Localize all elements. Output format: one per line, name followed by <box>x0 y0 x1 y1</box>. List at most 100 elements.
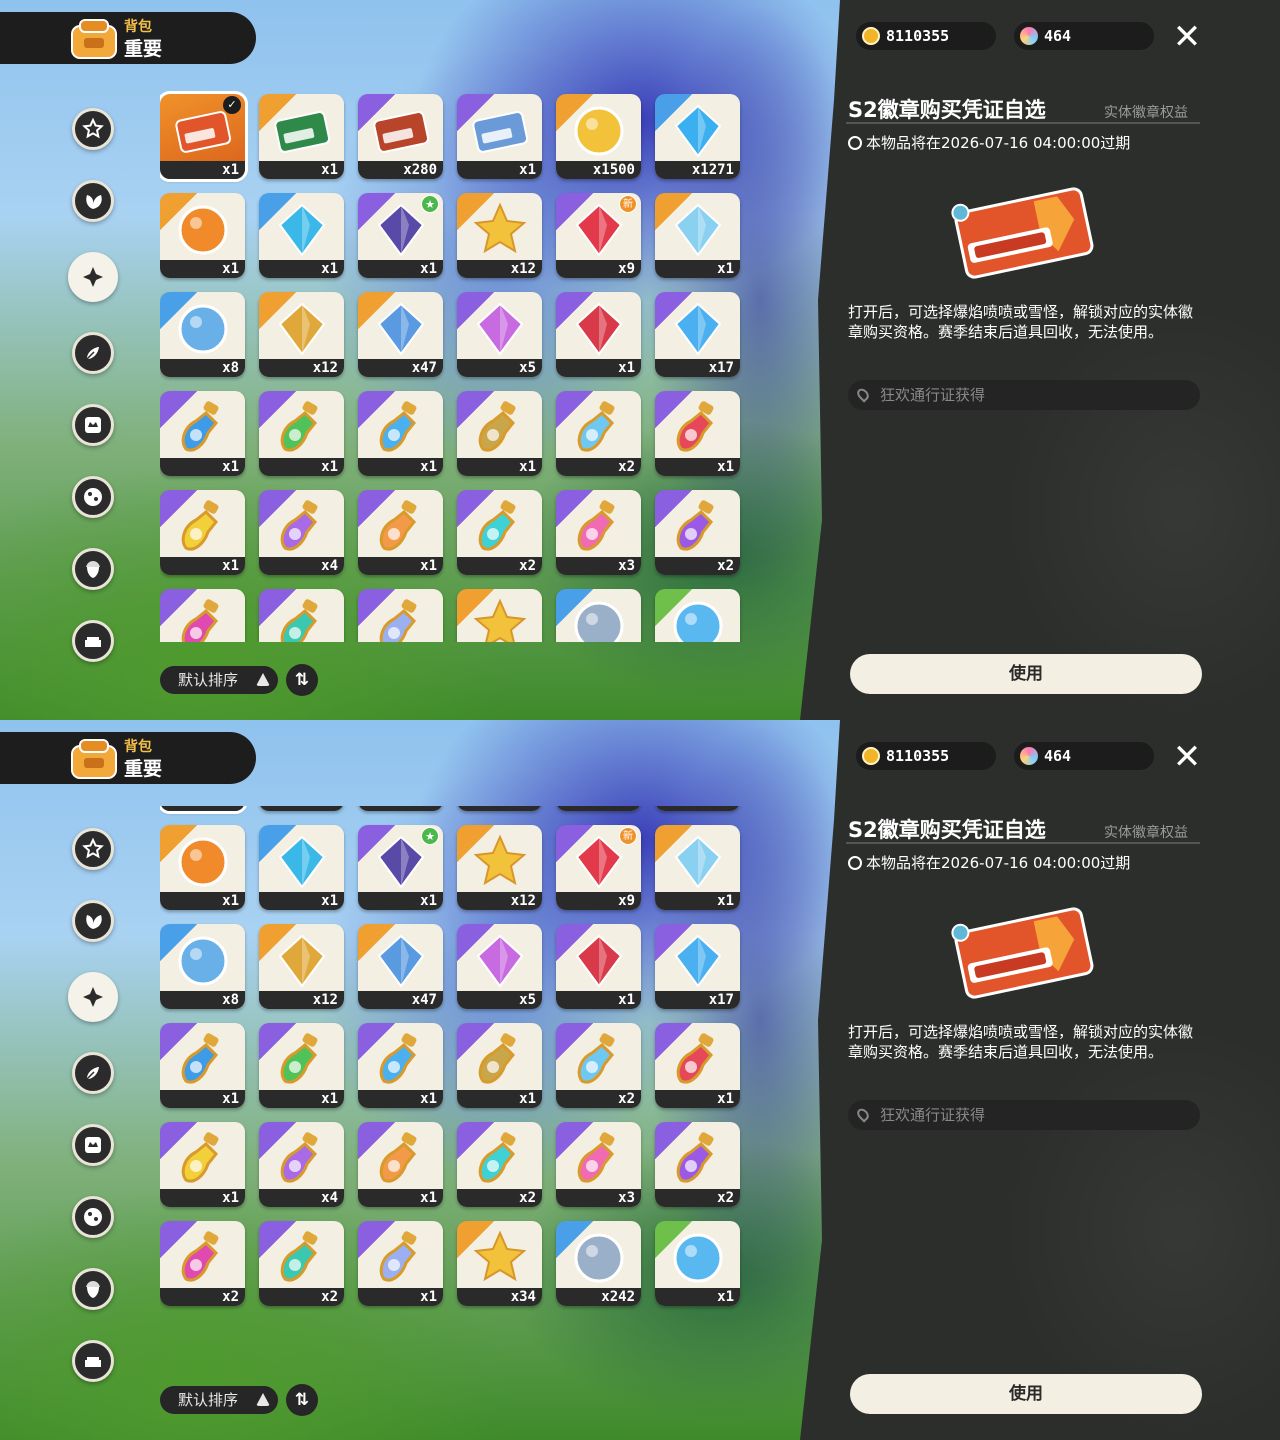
category-tab-crown-card[interactable] <box>72 404 114 446</box>
category-tab-sparkle-star[interactable] <box>68 972 118 1022</box>
category-tab-leaf-pair[interactable] <box>72 1052 114 1094</box>
item-slot[interactable]: x1 <box>457 806 542 811</box>
item-slot[interactable]: x1 <box>655 825 740 910</box>
close-button[interactable]: ✕ <box>1168 18 1206 56</box>
item-slot[interactable]: x1 <box>358 490 443 575</box>
item-slot[interactable]: x2 <box>556 1023 641 1108</box>
item-slot[interactable]: x1 <box>556 924 641 1009</box>
item-slot[interactable]: 新 x9 <box>556 825 641 910</box>
category-tab-star-badge[interactable] <box>72 828 114 870</box>
item-slot[interactable]: x1271 <box>655 94 740 179</box>
item-slot[interactable]: x1 <box>358 1122 443 1207</box>
category-tab-star-badge[interactable] <box>72 108 114 150</box>
item-slot[interactable]: x1 <box>160 825 245 910</box>
item-slot[interactable]: x3 <box>556 1122 641 1207</box>
item-slot[interactable]: x1 <box>655 1023 740 1108</box>
item-slot[interactable]: x1 <box>259 94 344 179</box>
item-slot[interactable]: x242 <box>556 1221 641 1306</box>
item-slot[interactable]: x17 <box>655 292 740 377</box>
item-slot[interactable]: x2 <box>160 1221 245 1306</box>
item-slot[interactable]: x2 <box>655 1122 740 1207</box>
item-slot[interactable]: x1500 <box>556 806 641 811</box>
item-slot[interactable]: x8 <box>160 292 245 377</box>
item-slot[interactable]: x2 <box>259 1221 344 1306</box>
use-button[interactable]: 使用 <box>850 654 1202 694</box>
category-tab-sofa[interactable] <box>72 620 114 662</box>
item-slot[interactable]: x1 <box>259 391 344 476</box>
item-slot[interactable]: 新 x9 <box>556 193 641 278</box>
item-slot[interactable]: ✓x1 <box>160 806 248 814</box>
item-slot[interactable]: x5 <box>457 292 542 377</box>
item-slot[interactable]: x1 <box>457 94 542 179</box>
item-slot[interactable]: x12 <box>457 193 542 278</box>
sort-order-toggle[interactable]: ⇅ <box>286 664 318 696</box>
category-tab-dots-ball[interactable] <box>72 1196 114 1238</box>
item-slot[interactable]: ★ x1 <box>358 193 443 278</box>
item-slot[interactable]: x1 <box>457 1023 542 1108</box>
item-slot[interactable]: x1 <box>655 193 740 278</box>
use-button[interactable]: 使用 <box>850 1374 1202 1414</box>
item-slot[interactable]: x12 <box>259 924 344 1009</box>
item-slot[interactable]: ✓x1 <box>160 91 248 182</box>
item-slot[interactable]: x34 <box>457 1221 542 1306</box>
category-tab-sofa[interactable] <box>72 1340 114 1382</box>
category-tab-sparkle-star[interactable] <box>68 252 118 302</box>
item-slot[interactable]: x2 <box>457 490 542 575</box>
item-slot[interactable]: x4 <box>259 490 344 575</box>
item-slot[interactable]: x1 <box>358 589 443 642</box>
item-slot[interactable]: x1 <box>655 391 740 476</box>
item-grid-viewport[interactable]: ✓x1x1x280x1x1500x1271x1x1★x1x12新x9x1x8x1… <box>160 90 760 642</box>
item-grid-viewport[interactable]: ✓x1x1x280x1x1500x1271x1x1★x1x12新x9x1x8x1… <box>160 806 760 1358</box>
item-slot[interactable]: x1 <box>160 1023 245 1108</box>
item-slot[interactable]: x1 <box>160 1122 245 1207</box>
category-tab-leaf-cluster[interactable] <box>72 900 114 942</box>
item-slot[interactable]: x2 <box>457 1122 542 1207</box>
category-tab-acorn[interactable] <box>72 548 114 590</box>
item-slot[interactable]: x1 <box>358 1023 443 1108</box>
item-slot[interactable]: x1500 <box>556 94 641 179</box>
sort-button[interactable]: 默认排序 <box>160 666 278 694</box>
item-slot[interactable]: x34 <box>457 589 542 642</box>
item-slot[interactable]: x47 <box>358 292 443 377</box>
category-tab-acorn[interactable] <box>72 1268 114 1310</box>
item-slot[interactable]: x5 <box>457 924 542 1009</box>
category-tab-leaf-pair[interactable] <box>72 332 114 374</box>
sort-button[interactable]: 默认排序 <box>160 1386 278 1414</box>
item-slot[interactable]: x2 <box>655 490 740 575</box>
item-slot[interactable]: x2 <box>556 391 641 476</box>
item-slot[interactable]: x2 <box>160 589 245 642</box>
item-slot[interactable]: x4 <box>259 1122 344 1207</box>
item-slot[interactable]: x1 <box>556 292 641 377</box>
item-slot[interactable]: x1 <box>358 1221 443 1306</box>
item-slot[interactable]: x1 <box>259 193 344 278</box>
item-slot[interactable]: x1 <box>457 391 542 476</box>
item-slot[interactable]: x3 <box>556 490 641 575</box>
close-button[interactable]: ✕ <box>1168 738 1206 776</box>
item-slot[interactable]: x17 <box>655 924 740 1009</box>
item-quantity: x3 <box>556 557 641 575</box>
item-slot[interactable]: x1 <box>655 1221 740 1306</box>
item-slot[interactable]: x8 <box>160 924 245 1009</box>
category-tab-dots-ball[interactable] <box>72 476 114 518</box>
item-slot[interactable]: x1 <box>160 490 245 575</box>
item-slot[interactable]: x280 <box>358 94 443 179</box>
item-slot[interactable]: x1 <box>259 825 344 910</box>
sort-order-toggle[interactable]: ⇅ <box>286 1384 318 1416</box>
category-tab-crown-card[interactable] <box>72 1124 114 1166</box>
item-slot[interactable]: ★ x1 <box>358 825 443 910</box>
rainbow-flask-icon <box>476 934 524 988</box>
item-slot[interactable]: x1 <box>160 193 245 278</box>
item-slot[interactable]: x1271 <box>655 806 740 811</box>
item-slot[interactable]: x1 <box>259 806 344 811</box>
item-slot[interactable]: x2 <box>259 589 344 642</box>
item-slot[interactable]: x1 <box>259 1023 344 1108</box>
item-slot[interactable]: x47 <box>358 924 443 1009</box>
item-slot[interactable]: x1 <box>358 391 443 476</box>
item-slot[interactable]: x12 <box>259 292 344 377</box>
category-tab-leaf-cluster[interactable] <box>72 180 114 222</box>
item-slot[interactable]: x280 <box>358 806 443 811</box>
item-slot[interactable]: x12 <box>457 825 542 910</box>
item-slot[interactable]: x242 <box>556 589 641 642</box>
item-slot[interactable]: x1 <box>160 391 245 476</box>
item-slot[interactable]: x1 <box>655 589 740 642</box>
